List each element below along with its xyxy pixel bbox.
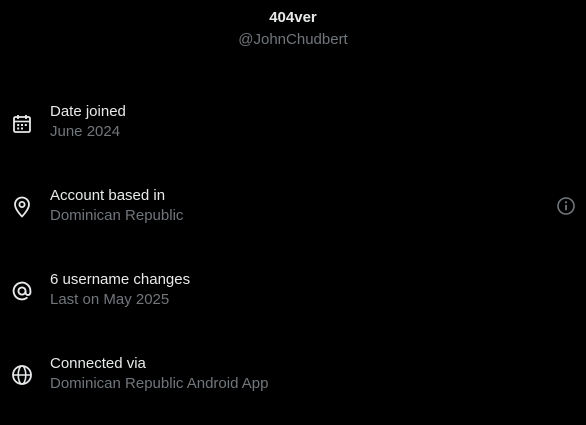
info-row-title: Date joined bbox=[50, 103, 126, 120]
location-pin-icon bbox=[10, 195, 34, 219]
at-sign-icon bbox=[10, 279, 34, 303]
info-row-subtitle: Dominican Republic Android App bbox=[50, 375, 269, 392]
info-row-subtitle: Dominican Republic bbox=[50, 207, 184, 224]
info-row-connected-via: Connected via Dominican Republic Android… bbox=[0, 354, 586, 414]
info-row-title: Account based in bbox=[50, 187, 166, 204]
calendar-icon bbox=[10, 112, 34, 136]
info-row-account-based-in: Account based in Dominican Republic bbox=[0, 186, 586, 246]
info-row-date-joined: Date joined June 2024 bbox=[0, 102, 586, 162]
display-name: 404ver bbox=[269, 9, 317, 26]
info-row-subtitle: June 2024 bbox=[50, 123, 121, 140]
profile-header: 404ver @JohnChudbert bbox=[0, 8, 586, 50]
info-row-text: 6 username changes Last on May 2025 bbox=[50, 270, 190, 310]
info-row-subtitle: Last on May 2025 bbox=[50, 291, 170, 308]
globe-icon bbox=[10, 363, 34, 387]
info-row-title: Connected via bbox=[50, 355, 146, 372]
info-row-text: Date joined June 2024 bbox=[50, 102, 126, 142]
info-icon[interactable] bbox=[555, 195, 577, 217]
info-row-text: Account based in Dominican Republic bbox=[50, 186, 183, 226]
info-row-username-changes: 6 username changes Last on May 2025 bbox=[0, 270, 586, 330]
info-row-title: 6 username changes bbox=[50, 271, 191, 288]
user-handle: @JohnChudbert bbox=[238, 31, 348, 48]
info-row-text: Connected via Dominican Republic Android… bbox=[50, 354, 268, 394]
